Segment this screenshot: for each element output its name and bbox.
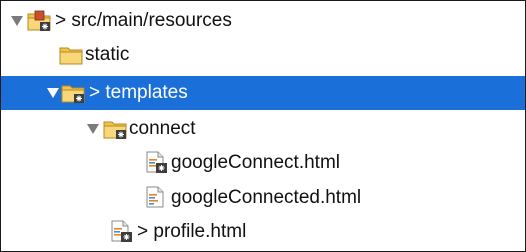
expand-arrow-icon[interactable] — [11, 16, 23, 26]
html-file-icon — [146, 186, 164, 208]
package-folder-icon — [103, 121, 127, 139]
tree-item-profile-html[interactable]: > profile.html — [1, 215, 525, 249]
tree-item-label: googleConnect.html — [171, 152, 340, 173]
expand-arrow-icon[interactable] — [47, 88, 59, 98]
tree-item-label: googleConnected.html — [171, 187, 362, 208]
tree-item-label: > templates — [89, 82, 188, 103]
tree-item-static[interactable]: static — [1, 38, 525, 72]
tree-item-label: > profile.html — [137, 221, 247, 242]
tree-item-googleconnect-html[interactable]: googleConnect.html — [1, 146, 525, 180]
project-tree-panel: > src/main/resources static > templates … — [0, 0, 526, 252]
html-file-versioned-icon — [111, 220, 132, 242]
tree-item-templates[interactable]: > templates — [1, 76, 525, 110]
tree-item-label: connect — [129, 118, 196, 139]
package-folder-icon — [61, 85, 85, 103]
tree-item-connect[interactable]: connect — [1, 112, 525, 146]
tree-item-label: static — [85, 44, 130, 65]
html-file-versioned-icon — [146, 151, 167, 173]
expand-arrow-icon[interactable] — [87, 124, 99, 134]
tree-item-src-main-resources[interactable]: > src/main/resources — [1, 4, 525, 38]
tree-item-googleconnected-html[interactable]: googleConnected.html — [1, 181, 525, 215]
folder-icon — [59, 47, 83, 65]
tree-item-label: > src/main/resources — [55, 10, 232, 31]
package-folder-icon — [27, 10, 51, 31]
